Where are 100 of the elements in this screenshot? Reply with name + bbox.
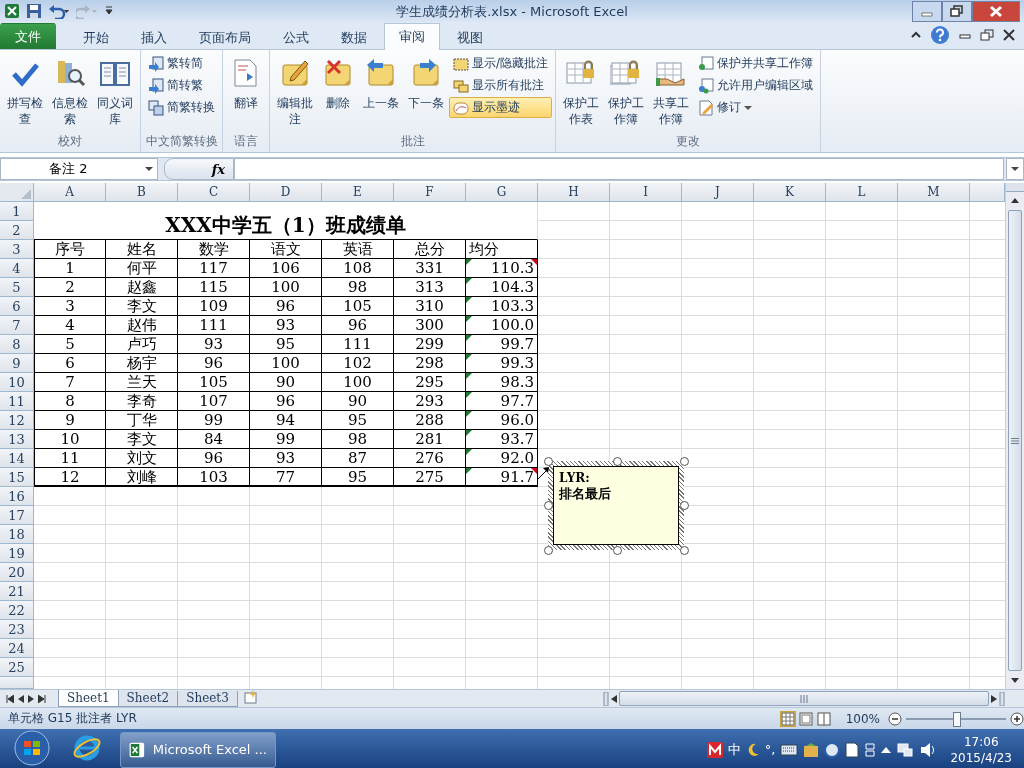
comment-box[interactable]: LYR: 排名最后 xyxy=(548,461,684,550)
column-header[interactable]: J xyxy=(682,183,754,202)
row-header[interactable]: 22 xyxy=(0,601,34,620)
ribbon-tab[interactable]: 数据 xyxy=(326,25,382,49)
ribbon-button[interactable]: 保护并共享工作簿 xyxy=(694,53,818,74)
ribbon-button[interactable]: 繁转简 xyxy=(144,53,219,74)
down-arrow-icon[interactable] xyxy=(1011,678,1019,683)
restore-icon[interactable] xyxy=(942,0,972,22)
previous-sheet-icon[interactable] xyxy=(18,694,24,703)
row-header[interactable]: 12 xyxy=(0,411,34,430)
ribbon-button[interactable]: 共享工作簿 xyxy=(649,52,694,132)
column-header[interactable]: G xyxy=(466,183,538,202)
row-header[interactable]: 8 xyxy=(0,335,34,354)
column-header[interactable]: A xyxy=(34,183,106,202)
row-header[interactable]: 6 xyxy=(0,297,34,316)
clock[interactable]: 17:06 2015/4/23 xyxy=(950,733,1012,766)
right-arrow-icon[interactable] xyxy=(991,694,997,703)
ribbon-tab[interactable]: 插入 xyxy=(126,25,182,49)
resize-handle[interactable] xyxy=(613,457,622,466)
ribbon-button[interactable]: 同义词库 xyxy=(93,52,137,132)
tray-app-icon[interactable] xyxy=(706,741,723,758)
column-header[interactable]: E xyxy=(322,183,394,202)
row-header[interactable]: 16 xyxy=(0,487,34,506)
ribbon-tab[interactable]: 审阅 xyxy=(384,23,440,50)
sheet-tab[interactable]: Sheet1 xyxy=(58,690,119,707)
insert-function-button[interactable]: fx xyxy=(164,158,234,180)
view-button[interactable] xyxy=(815,710,832,727)
row-header[interactable]: 3 xyxy=(0,240,34,259)
expand-formula-button[interactable] xyxy=(1006,158,1024,180)
ribbon-button[interactable]: 保护工作簿 xyxy=(604,52,649,132)
tray-app-icon[interactable] xyxy=(824,741,841,758)
row-header[interactable]: 18 xyxy=(0,525,34,544)
restore-icon[interactable] xyxy=(980,29,994,41)
column-header[interactable]: H xyxy=(538,183,610,202)
sheet-tab[interactable]: Sheet3 xyxy=(177,691,238,707)
punctuation-mode[interactable]: °, xyxy=(764,742,776,757)
row-header[interactable]: 14 xyxy=(0,449,34,468)
ribbon-button[interactable]: 编辑批注 xyxy=(273,52,317,132)
save-icon[interactable] xyxy=(26,3,42,19)
document-icon[interactable] xyxy=(845,741,860,758)
show-hidden-icons-icon[interactable] xyxy=(881,745,892,754)
view-button[interactable] xyxy=(779,710,796,727)
next-sheet-icon[interactable] xyxy=(28,694,34,703)
first-sheet-icon[interactable] xyxy=(6,694,14,703)
zoom-level[interactable]: 100% xyxy=(845,711,880,726)
tray-app-icon[interactable] xyxy=(803,741,820,758)
row-header[interactable]: 2 xyxy=(0,221,34,240)
formula-field[interactable] xyxy=(234,158,1004,180)
resize-handle[interactable] xyxy=(680,501,689,510)
row-header[interactable]: 13 xyxy=(0,430,34,449)
ribbon-button[interactable]: 简繁转换 xyxy=(144,97,219,118)
row-header[interactable]: 19 xyxy=(0,544,34,563)
network-icon[interactable] xyxy=(896,741,915,758)
undo-icon[interactable] xyxy=(48,3,70,19)
ribbon-button[interactable]: 翻译 xyxy=(226,52,266,132)
row-header[interactable]: 5 xyxy=(0,278,34,297)
row-header[interactable]: 7 xyxy=(0,316,34,335)
ribbon-toggle[interactable]: 显示所有批注 xyxy=(449,75,553,96)
row-header[interactable]: 11 xyxy=(0,392,34,411)
column-header[interactable]: K xyxy=(754,183,826,202)
ribbon-tab[interactable]: 视图 xyxy=(442,25,498,49)
ribbon-toggle[interactable]: 显示墨迹 xyxy=(449,97,553,118)
row-header[interactable]: 24 xyxy=(0,639,34,658)
column-header[interactable]: I xyxy=(610,183,682,202)
resize-handle[interactable] xyxy=(544,501,553,510)
column-header[interactable]: F xyxy=(394,183,466,202)
name-box[interactable]: 备注 2 xyxy=(0,158,158,180)
resize-handle[interactable] xyxy=(680,546,689,555)
scroll-thumb[interactable] xyxy=(619,691,989,706)
left-arrow-icon[interactable] xyxy=(611,694,617,703)
close-icon[interactable] xyxy=(1002,29,1016,41)
row-header[interactable]: 17 xyxy=(0,506,34,525)
column-header[interactable]: C xyxy=(178,183,250,202)
ribbon-button[interactable]: 修订 xyxy=(694,97,818,118)
resize-handle[interactable] xyxy=(680,457,689,466)
row-header[interactable]: 9 xyxy=(0,354,34,373)
horizontal-scrollbar[interactable] xyxy=(603,690,1005,707)
help-icon[interactable] xyxy=(930,25,950,45)
ribbon-button[interactable]: 简转繁 xyxy=(144,75,219,96)
ribbon-button[interactable]: 上一条 xyxy=(359,52,403,132)
sheet-tab[interactable]: Sheet2 xyxy=(117,691,179,707)
view-button[interactable] xyxy=(797,710,814,727)
vertical-scrollbar[interactable] xyxy=(1005,183,1024,689)
column-header[interactable]: M xyxy=(898,183,970,202)
split-handle-icon[interactable] xyxy=(999,691,1005,706)
start-orb-icon[interactable] xyxy=(14,730,50,766)
ribbon-toggle[interactable]: 显示/隐藏批注 xyxy=(449,53,553,74)
input-method-mode[interactable]: 中 xyxy=(727,740,741,759)
resize-handle[interactable] xyxy=(544,546,553,555)
column-header[interactable]: B xyxy=(106,183,178,202)
row-header[interactable]: 10 xyxy=(0,373,34,392)
zoom-out-icon[interactable] xyxy=(888,711,902,726)
last-sheet-icon[interactable] xyxy=(38,694,46,703)
ribbon-button[interactable]: 下一条 xyxy=(404,52,448,132)
resize-handle[interactable] xyxy=(544,457,553,466)
up-arrow-icon[interactable] xyxy=(1011,198,1019,203)
ribbon-button[interactable]: 允许用户编辑区域 xyxy=(694,75,818,96)
ribbon-tab[interactable]: 开始 xyxy=(68,25,124,49)
file-tab[interactable]: 文件 xyxy=(0,23,56,49)
ribbon-button[interactable]: 保护工作表 xyxy=(559,52,604,132)
